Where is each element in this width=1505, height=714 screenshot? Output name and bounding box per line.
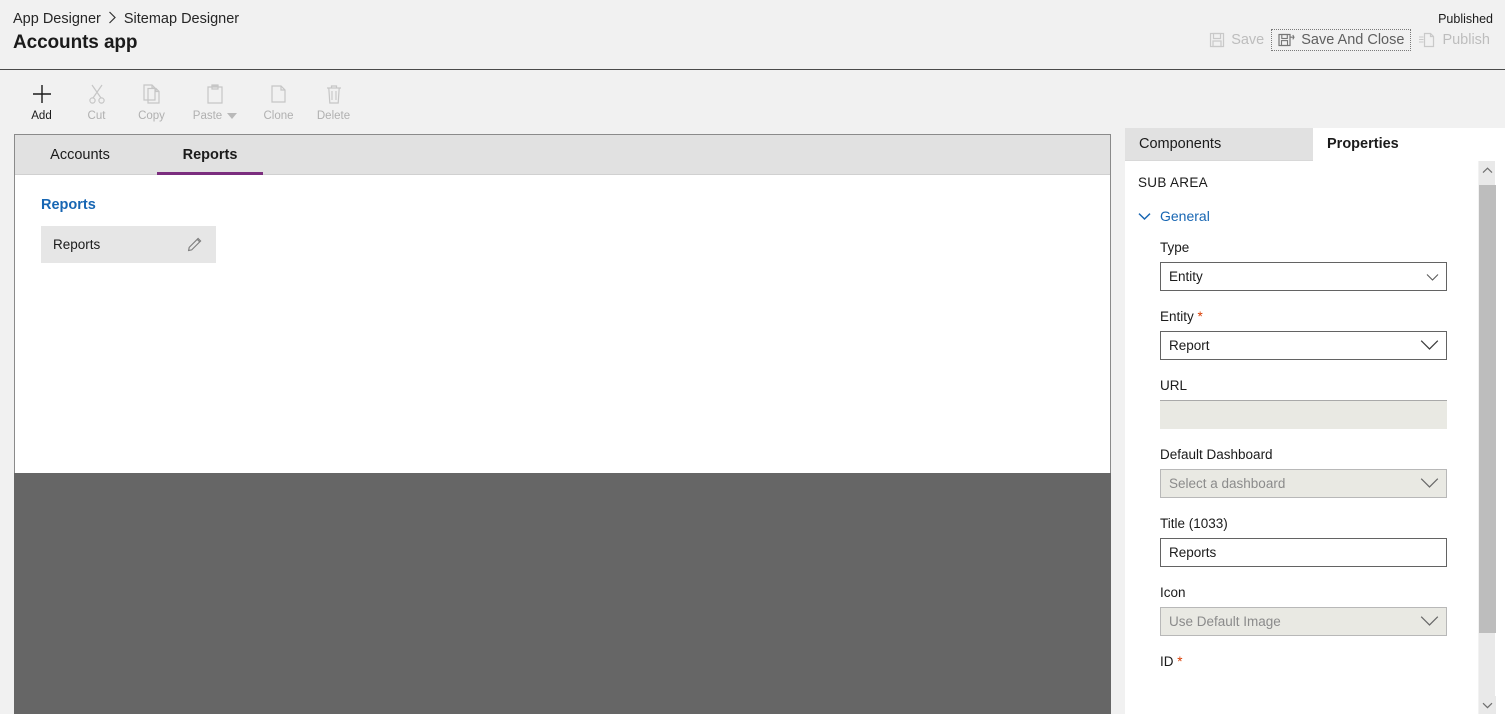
title-input[interactable]: Reports (1160, 538, 1447, 567)
cut-button[interactable]: Cut (69, 75, 124, 123)
save-icon (1209, 32, 1225, 48)
entity-dropdown-value: Report (1169, 338, 1210, 353)
app-header: App Designer Sitemap Designer Accounts a… (0, 0, 1505, 70)
clone-button-label: Clone (263, 110, 294, 122)
field-id-label: ID * (1160, 654, 1183, 669)
url-input[interactable] (1160, 400, 1447, 429)
required-marker: * (1177, 654, 1183, 669)
cut-button-label: Cut (87, 110, 106, 122)
save-and-close-button[interactable]: Save And Close (1271, 29, 1412, 51)
group-general-label: General (1160, 208, 1210, 224)
properties-panel: Components Properties SUB AREA General T… (1125, 128, 1505, 714)
group-general-toggle[interactable]: General (1138, 208, 1478, 224)
trash-icon (324, 81, 344, 107)
panel-tabstrip: Components Properties (1125, 128, 1505, 161)
save-and-close-icon (1278, 32, 1295, 48)
subarea-tile-reports[interactable]: Reports (41, 226, 216, 263)
chevron-down-icon[interactable] (227, 113, 238, 119)
sitemap-canvas: Accounts Reports Reports Reports (14, 134, 1111, 473)
scroll-up-button[interactable] (1479, 161, 1495, 179)
required-marker: * (1197, 309, 1203, 324)
properties-scrollbar[interactable] (1478, 161, 1496, 714)
clone-button[interactable]: Clone (251, 75, 306, 123)
scrollbar-thumb[interactable] (1479, 185, 1496, 633)
canvas-tab-accounts[interactable]: Accounts (15, 135, 145, 174)
field-entity-label: Entity * (1160, 309, 1203, 324)
field-id: ID * (1160, 653, 1447, 670)
chevron-down-icon (1426, 269, 1439, 284)
copy-button[interactable]: Copy (124, 75, 179, 123)
icon-dropdown-placeholder: Use Default Image (1169, 614, 1281, 629)
clone-icon (268, 81, 290, 107)
paste-button-label: Paste (193, 109, 238, 123)
page-title: Accounts app (13, 32, 138, 53)
default-dashboard-dropdown[interactable]: Select a dashboard (1160, 469, 1447, 498)
save-and-close-button-label: Save And Close (1301, 32, 1405, 48)
header-actions: Save Save And Close Publish (1202, 29, 1497, 51)
field-entity: Entity * Report (1160, 308, 1447, 360)
properties-form: SUB AREA General Type Entity Entity * Re… (1125, 161, 1478, 714)
canvas-body: Reports Reports (15, 175, 1110, 473)
field-url-label: URL (1160, 378, 1188, 393)
entity-dropdown[interactable]: Report (1160, 331, 1447, 360)
chevron-down-icon (1138, 208, 1151, 224)
publish-button-label: Publish (1442, 32, 1490, 48)
title-input-value: Reports (1169, 545, 1217, 560)
field-icon: Icon Use Default Image (1160, 584, 1447, 636)
publish-button[interactable]: Publish (1411, 29, 1497, 51)
paste-button[interactable]: Paste (179, 75, 251, 123)
copy-button-label: Copy (138, 110, 165, 122)
save-button-label: Save (1231, 32, 1265, 48)
delete-button[interactable]: Delete (306, 75, 361, 123)
chevron-down-icon (1420, 476, 1439, 491)
default-dashboard-placeholder: Select a dashboard (1169, 476, 1286, 491)
field-title-label: Title (1033) (1160, 516, 1228, 531)
canvas-tabstrip: Accounts Reports (15, 135, 1110, 175)
delete-button-label: Delete (316, 110, 351, 122)
field-type: Type Entity (1160, 239, 1447, 291)
subarea-tile-label: Reports (53, 237, 101, 252)
tab-components[interactable]: Components (1125, 128, 1313, 161)
save-button[interactable]: Save (1202, 29, 1271, 51)
add-button[interactable]: Add (14, 75, 69, 123)
breadcrumb-separator-icon (108, 11, 117, 27)
published-status: Published (1438, 12, 1493, 26)
icon-dropdown[interactable]: Use Default Image (1160, 607, 1447, 636)
field-type-label: Type (1160, 240, 1190, 255)
section-header-sub-area: SUB AREA (1138, 175, 1208, 190)
chevron-down-icon (1420, 338, 1439, 353)
publish-icon (1418, 32, 1436, 48)
command-bar: Add Cut Copy Paste Clone Delete (0, 71, 1505, 133)
breadcrumb-item-sitemap-designer[interactable]: Sitemap Designer (124, 11, 239, 27)
type-dropdown-value: Entity (1169, 269, 1203, 284)
field-title: Title (1033) Reports (1160, 515, 1447, 567)
add-button-label: Add (31, 110, 52, 122)
pencil-icon[interactable] (187, 235, 204, 255)
copy-icon (141, 81, 163, 107)
field-default-dashboard-label: Default Dashboard (1160, 447, 1273, 462)
paste-icon (205, 81, 225, 107)
breadcrumb: App Designer Sitemap Designer (13, 11, 239, 27)
chevron-down-icon (1420, 614, 1439, 629)
canvas-dim-overlay (14, 473, 1111, 714)
field-url: URL (1160, 377, 1447, 429)
field-icon-label: Icon (1160, 585, 1186, 600)
scissors-icon (87, 81, 107, 107)
tab-properties[interactable]: Properties (1313, 128, 1413, 161)
tab-components-label: Components (1139, 136, 1222, 152)
canvas-tab-accounts-label: Accounts (50, 146, 110, 163)
scroll-down-button[interactable] (1479, 696, 1496, 714)
canvas-tab-reports-label: Reports (182, 146, 238, 163)
plus-icon (31, 81, 53, 107)
field-default-dashboard: Default Dashboard Select a dashboard (1160, 446, 1447, 498)
canvas-tab-reports[interactable]: Reports (145, 135, 275, 175)
breadcrumb-item-app-designer[interactable]: App Designer (13, 11, 101, 27)
type-dropdown[interactable]: Entity (1160, 262, 1447, 291)
group-title[interactable]: Reports (41, 197, 1110, 213)
tab-properties-label: Properties (1327, 136, 1399, 152)
